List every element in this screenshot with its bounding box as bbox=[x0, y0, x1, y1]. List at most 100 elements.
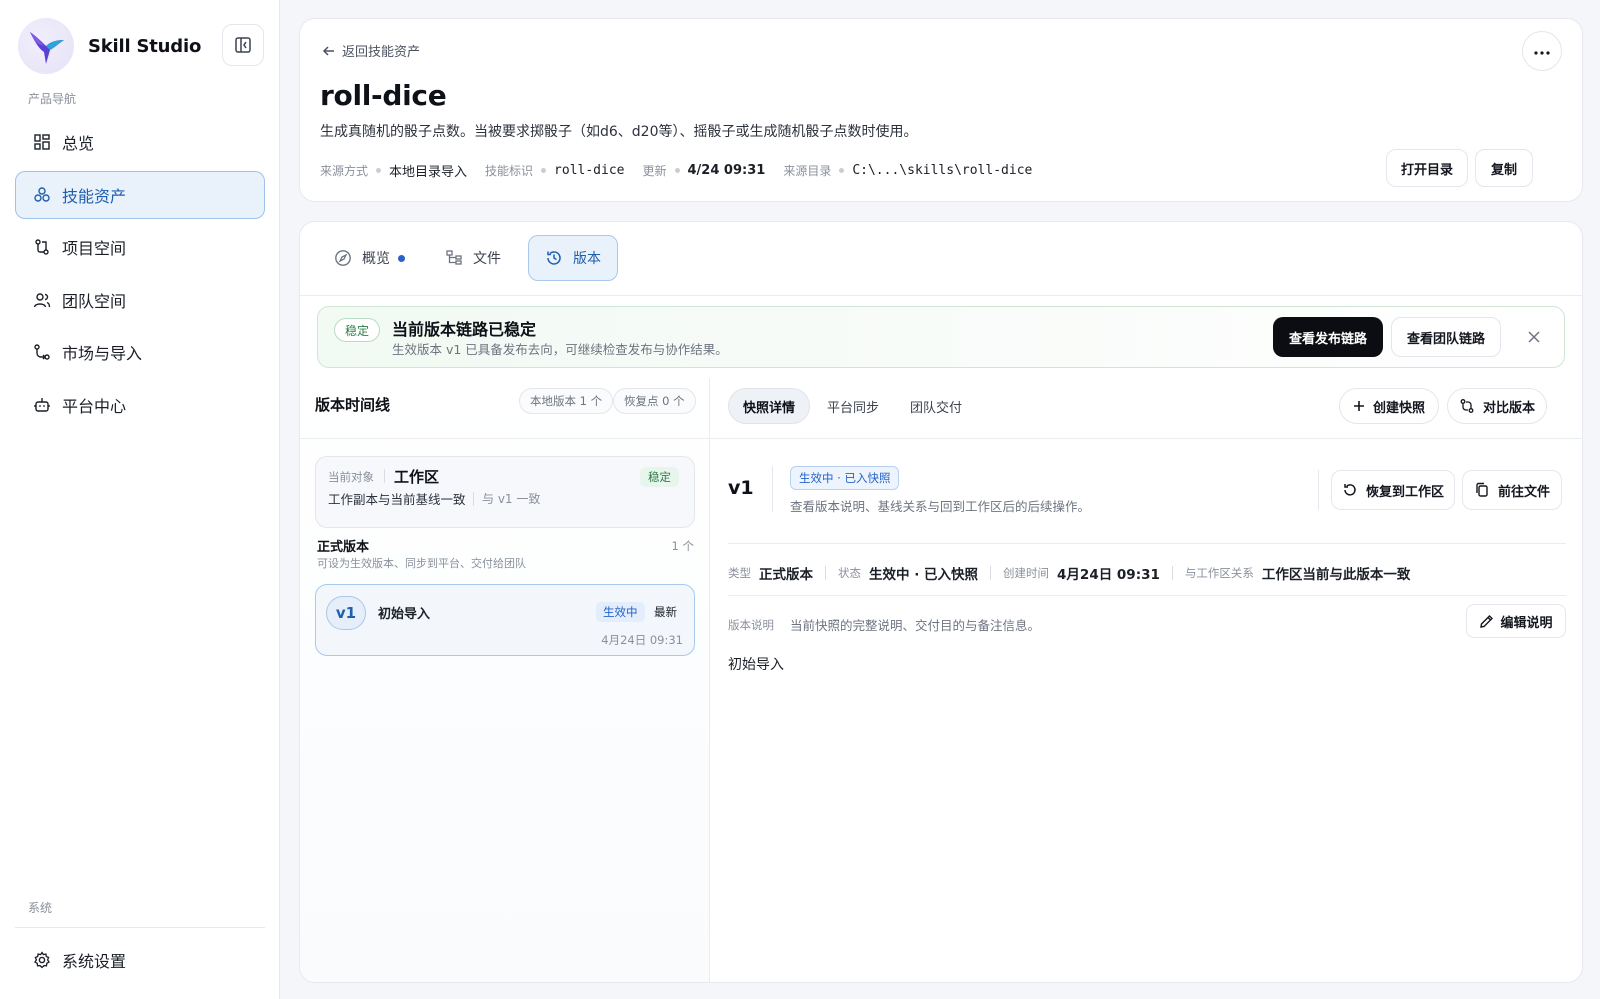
banner-title: 当前版本链路已稳定 bbox=[392, 320, 537, 339]
edit-notes-button[interactable]: 编辑说明 bbox=[1466, 604, 1566, 638]
system-section-label: 系统 bbox=[28, 901, 53, 915]
history-icon bbox=[545, 249, 563, 267]
compare-versions-label: 对比版本 bbox=[1482, 400, 1535, 416]
separator bbox=[384, 469, 385, 483]
goto-files-label: 前往文件 bbox=[1497, 484, 1550, 500]
detail-version-description: 查看版本说明、基线关系与回到工作区后的后续操作。 bbox=[790, 499, 1091, 514]
arrow-left-icon bbox=[322, 44, 336, 58]
skill-header: 返回技能资产 roll-dice 生成真随机的骰子点数。当被要求掷骰子（如d6、… bbox=[299, 18, 1583, 202]
tab-label: 版本 bbox=[573, 251, 601, 267]
version-live-badge: 生效中 bbox=[596, 602, 645, 622]
snapshot-detail: 快照详情 平台同步 团队交付 创建快照 对比版本 v1 生效中 · 已入快照 查… bbox=[710, 378, 1582, 982]
create-snapshot-button[interactable]: 创建快照 bbox=[1339, 388, 1439, 424]
workspace-consistency: 与 v1 一致 bbox=[482, 492, 541, 506]
sidebar-item-team[interactable]: 团队空间 bbox=[15, 276, 265, 324]
close-banner-button[interactable] bbox=[1522, 325, 1546, 349]
subtab-team-delivery[interactable]: 团队交付 bbox=[895, 388, 977, 424]
sidebar-item-settings[interactable]: 系统设置 bbox=[15, 936, 265, 984]
sidebar-divider bbox=[15, 927, 265, 928]
back-link[interactable]: 返回技能资产 bbox=[322, 41, 420, 60]
version-name: 初始导入 bbox=[378, 607, 431, 622]
tab-label: 概览 bbox=[362, 251, 390, 267]
sidebar-item-label: 系统设置 bbox=[62, 952, 127, 971]
sidebar-item-overview[interactable]: 总览 bbox=[15, 118, 265, 166]
tab-files[interactable]: 文件 bbox=[428, 235, 518, 281]
meta-label: 来源目录 bbox=[783, 164, 832, 178]
info-label: 状态 bbox=[838, 566, 861, 580]
sidebar-nav: 总览 技能资产 项目空间 团队空间 市场与导入 平台中心 bbox=[15, 118, 265, 434]
info-label: 创建时间 bbox=[1003, 566, 1050, 580]
detail-line bbox=[728, 543, 1566, 544]
project-icon bbox=[32, 237, 52, 257]
file-tree-icon bbox=[445, 249, 463, 267]
restore-icon bbox=[1342, 482, 1358, 498]
meta-dot bbox=[541, 168, 547, 173]
meta-label: 更新 bbox=[642, 164, 667, 178]
tab-bar: 概览 文件 版本 bbox=[300, 222, 1582, 296]
workspace-card[interactable]: 当前对象 工作区 稳定 工作副本与当前基线一致 与 v1 一致 bbox=[315, 456, 695, 528]
meta-dir-value: C:\...\skills\roll-dice bbox=[852, 163, 1033, 178]
hummingbird-logo-icon bbox=[18, 18, 74, 74]
separator bbox=[473, 492, 474, 506]
notes-body: 初始导入 bbox=[728, 657, 784, 673]
separator bbox=[825, 566, 826, 580]
info-state-value: 生效中 · 已入快照 bbox=[869, 567, 979, 583]
view-team-chain-button[interactable]: 查看团队链路 bbox=[1391, 317, 1501, 357]
skills-icon bbox=[32, 185, 52, 205]
sidebar-item-skills[interactable]: 技能资产 bbox=[15, 170, 265, 219]
goto-files-button[interactable]: 前往文件 bbox=[1462, 470, 1562, 510]
tab-versions[interactable]: 版本 bbox=[528, 235, 618, 281]
create-snapshot-label: 创建快照 bbox=[1372, 400, 1425, 416]
page-title: roll-dice bbox=[320, 79, 447, 112]
market-icon bbox=[32, 342, 52, 362]
detail-line bbox=[728, 595, 1566, 596]
sidebar-item-label: 市场与导入 bbox=[62, 344, 143, 364]
sidebar-item-market[interactable]: 市场与导入 bbox=[15, 328, 265, 376]
collapse-sidebar-button[interactable] bbox=[222, 24, 264, 66]
sidebar-collapse-icon bbox=[235, 37, 251, 53]
sidebar-item-label: 项目空间 bbox=[62, 239, 127, 259]
info-relation-value: 工作区当前与此版本一致 bbox=[1261, 567, 1411, 583]
compare-versions-button[interactable]: 对比版本 bbox=[1447, 388, 1547, 424]
view-release-chain-button[interactable]: 查看发布链路 bbox=[1273, 317, 1383, 357]
more-options-button[interactable] bbox=[1522, 31, 1562, 71]
timeline-title: 版本时间线 bbox=[315, 396, 391, 414]
close-icon bbox=[1528, 327, 1540, 348]
version-item[interactable]: v1 初始导入 生效中 最新 4月24日 09:31 bbox=[315, 584, 695, 656]
sidebar-item-label: 技能资产 bbox=[62, 186, 127, 206]
version-timeline: 版本时间线 本地版本 1 个 恢复点 0 个 当前对象 工作区 稳定 工作副本与… bbox=[300, 378, 710, 982]
pencil-icon bbox=[1479, 614, 1494, 629]
copy-button[interactable]: 复制 bbox=[1475, 149, 1533, 187]
meta-source-value: 本地目录导入 bbox=[389, 165, 468, 180]
subtab-snapshot-detail[interactable]: 快照详情 bbox=[728, 388, 811, 424]
skill-meta: 来源方式 本地目录导入 技能标识 roll-dice 更新 4/24 09:31… bbox=[320, 161, 1050, 180]
gear-icon bbox=[32, 950, 52, 970]
compass-icon bbox=[334, 249, 352, 267]
workspace-label: 当前对象 bbox=[328, 470, 374, 484]
plus-icon bbox=[1353, 400, 1365, 412]
detail-divider bbox=[710, 438, 1582, 439]
open-directory-button[interactable]: 打开目录 bbox=[1386, 149, 1468, 187]
separator bbox=[990, 566, 992, 580]
formal-versions-subtitle: 可设为生效版本、同步到平台、交付给团队 bbox=[317, 557, 526, 570]
info-label: 与工作区关系 bbox=[1184, 566, 1254, 580]
restore-to-workspace-button[interactable]: 恢复到工作区 bbox=[1331, 470, 1455, 510]
sidebar-item-projects[interactable]: 项目空间 bbox=[15, 223, 265, 271]
tab-overview[interactable]: 概览 bbox=[317, 235, 422, 281]
subtab-platform-sync[interactable]: 平台同步 bbox=[812, 388, 894, 424]
separator bbox=[1318, 470, 1319, 510]
meta-id-value: roll-dice bbox=[554, 163, 625, 178]
sidebar-item-label: 平台中心 bbox=[62, 396, 127, 416]
meta-updated-value: 4/24 09:31 bbox=[687, 163, 766, 178]
detail-version-tag: v1 bbox=[728, 477, 754, 499]
timeline-divider bbox=[300, 438, 709, 439]
local-versions-count: 本地版本 1 个 bbox=[519, 388, 614, 414]
notes-hint: 当前快照的完整说明、交付目的与备注信息。 bbox=[790, 618, 1041, 633]
sidebar-item-platform[interactable]: 平台中心 bbox=[15, 381, 265, 429]
back-link-label: 返回技能资产 bbox=[342, 45, 421, 60]
skill-description: 生成真随机的骰子点数。当被要求掷骰子（如d6、d20等）、摇骰子或生成随机骰子点… bbox=[320, 124, 918, 140]
detail-status-badge: 生效中 · 已入快照 bbox=[790, 466, 900, 490]
edit-notes-label: 编辑说明 bbox=[1500, 615, 1553, 631]
workspace-name: 工作区 bbox=[394, 468, 440, 486]
restore-label: 恢复到工作区 bbox=[1365, 484, 1444, 500]
